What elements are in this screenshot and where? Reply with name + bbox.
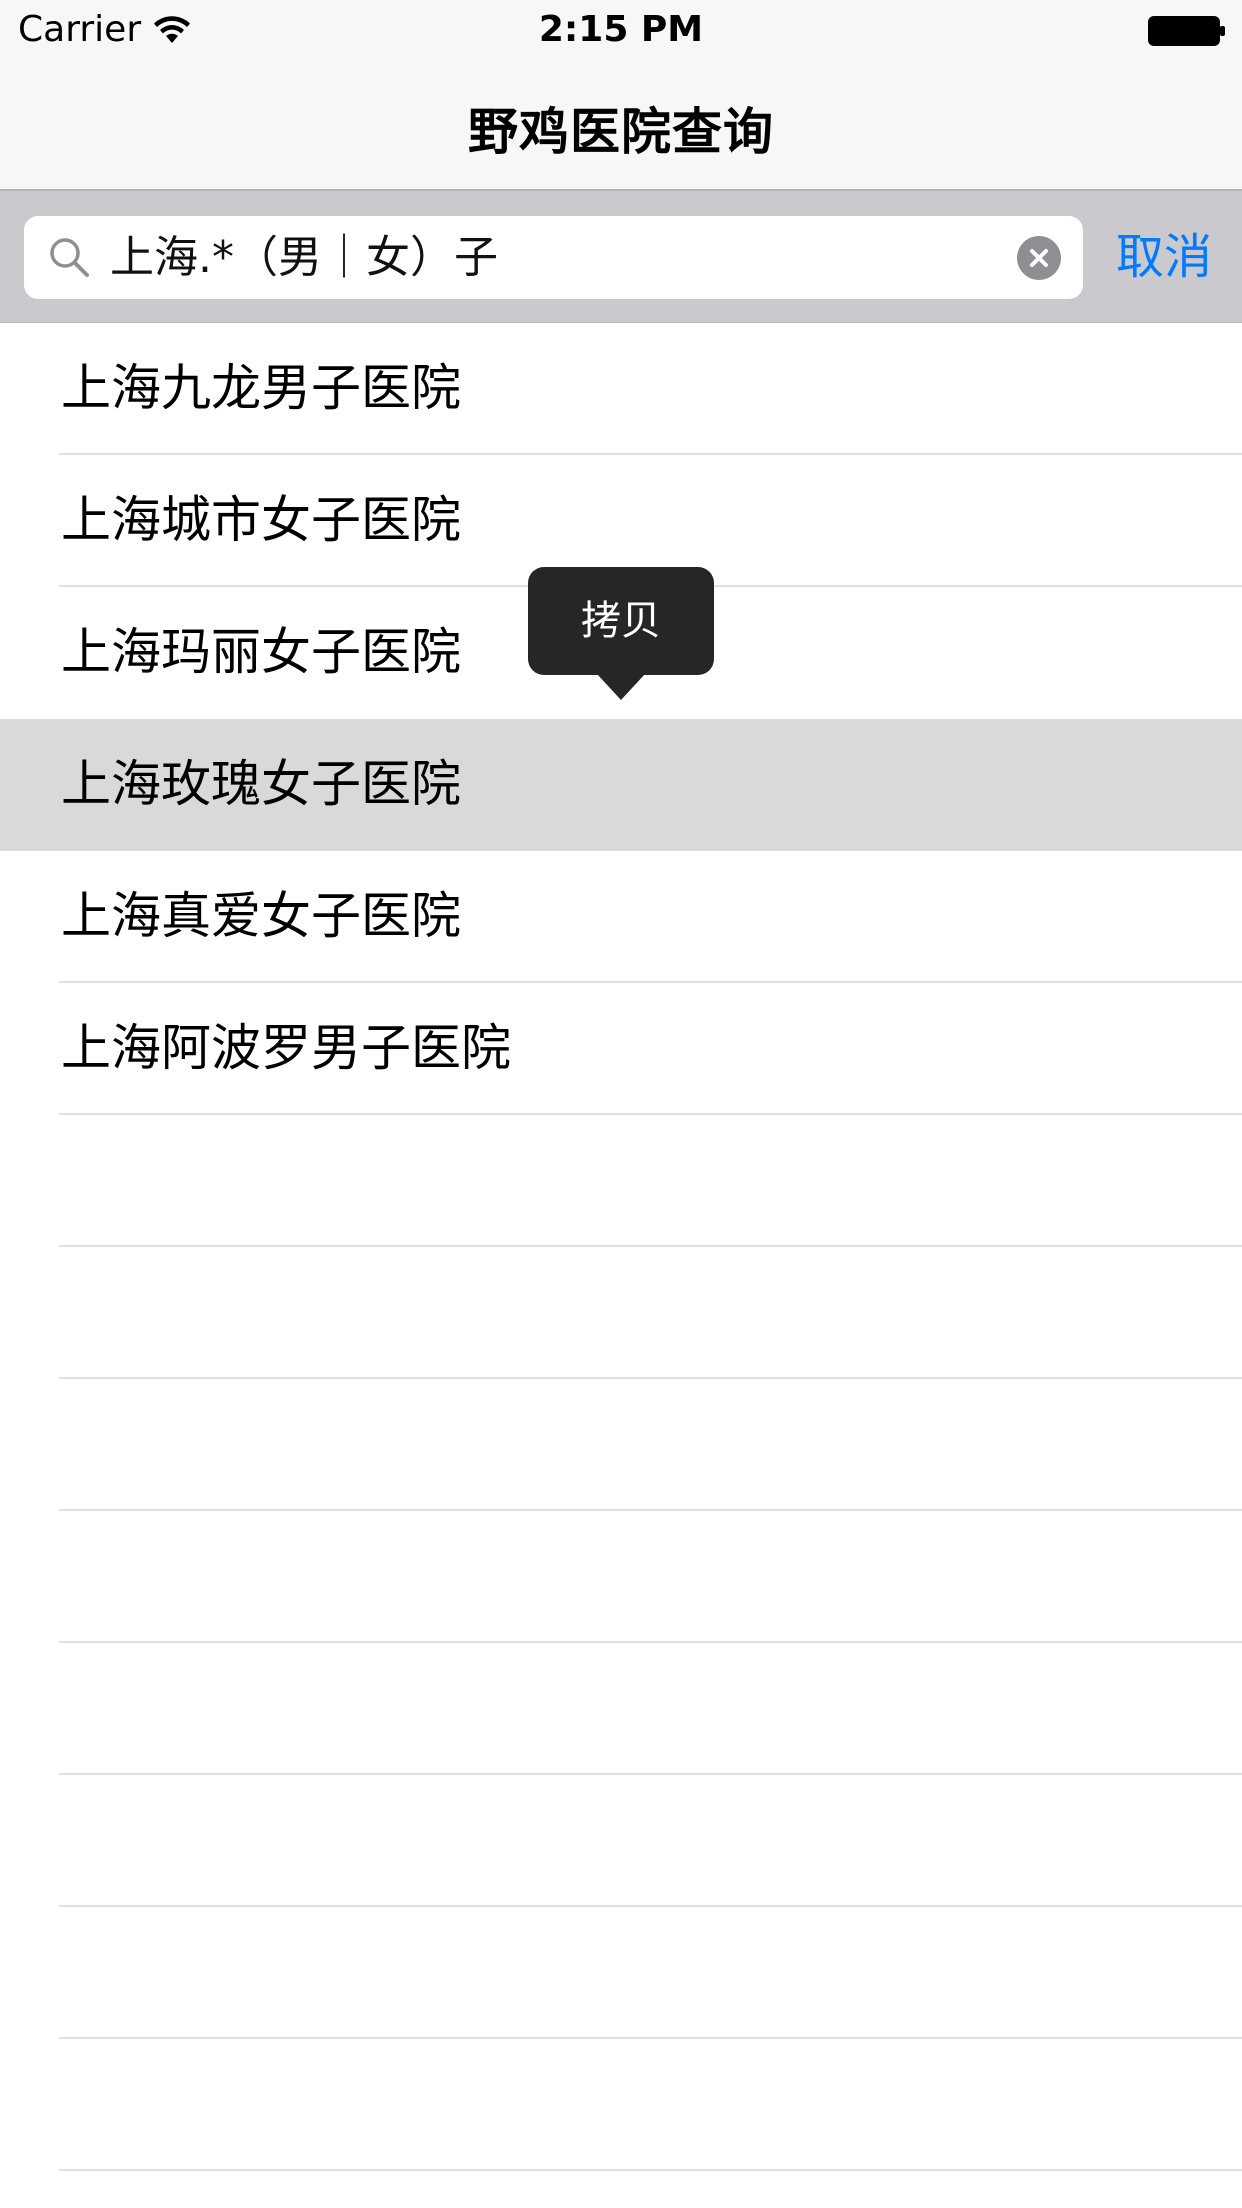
cancel-button[interactable]: 取消 [1116, 216, 1212, 299]
search-icon [50, 238, 89, 277]
empty-list-row [0, 1643, 1242, 1775]
empty-list-row [0, 1115, 1242, 1247]
list-item-label: 上海玫瑰女子医院 [61, 755, 461, 813]
callout-arrow [597, 674, 645, 700]
empty-list-row [0, 1379, 1242, 1511]
list-item-label: 上海玛丽女子医院 [61, 623, 461, 681]
list-item-label: 上海真爱女子医院 [61, 887, 461, 945]
copy-menu-button[interactable]: 拷贝 [528, 567, 714, 675]
list-item[interactable]: 上海九龙男子医院 [0, 323, 1242, 455]
navigation-header: Carrier 2:15 PM 野鸡医院查询 [0, 0, 1242, 191]
page-title: 野鸡医院查询 [468, 103, 774, 161]
empty-list-row [0, 1247, 1242, 1379]
search-query-text[interactable]: 上海.*（男｜女）子 [110, 216, 498, 299]
list-item-label: 上海九龙男子医院 [61, 359, 461, 417]
status-bar: Carrier 2:15 PM [0, 0, 1242, 60]
list-item-label: 上海阿波罗男子医院 [61, 1019, 511, 1077]
list-item[interactable]: 上海玫瑰女子医院 [0, 719, 1242, 851]
empty-list-row [0, 1775, 1242, 1907]
clear-icon [1030, 249, 1048, 267]
row-separator [59, 2169, 1242, 2171]
empty-list-row [0, 1511, 1242, 1643]
list-item-label: 上海城市女子医院 [61, 491, 461, 549]
screen: Carrier 2:15 PM 野鸡医院查询 上海.*（男｜女）子 取消 上海九… [0, 0, 1242, 2208]
search-bar: 上海.*（男｜女）子 取消 [0, 191, 1242, 323]
list-item[interactable]: 上海阿波罗男子医院 [0, 983, 1242, 1115]
list-item[interactable]: 上海真爱女子医院 [0, 851, 1242, 983]
battery-icon [1148, 16, 1225, 46]
status-time: 2:15 PM [538, 9, 704, 50]
empty-list-row [0, 1907, 1242, 2039]
search-input[interactable]: 上海.*（男｜女）子 [24, 216, 1083, 299]
clear-search-button[interactable] [1017, 236, 1061, 280]
empty-list-row [0, 2039, 1242, 2171]
